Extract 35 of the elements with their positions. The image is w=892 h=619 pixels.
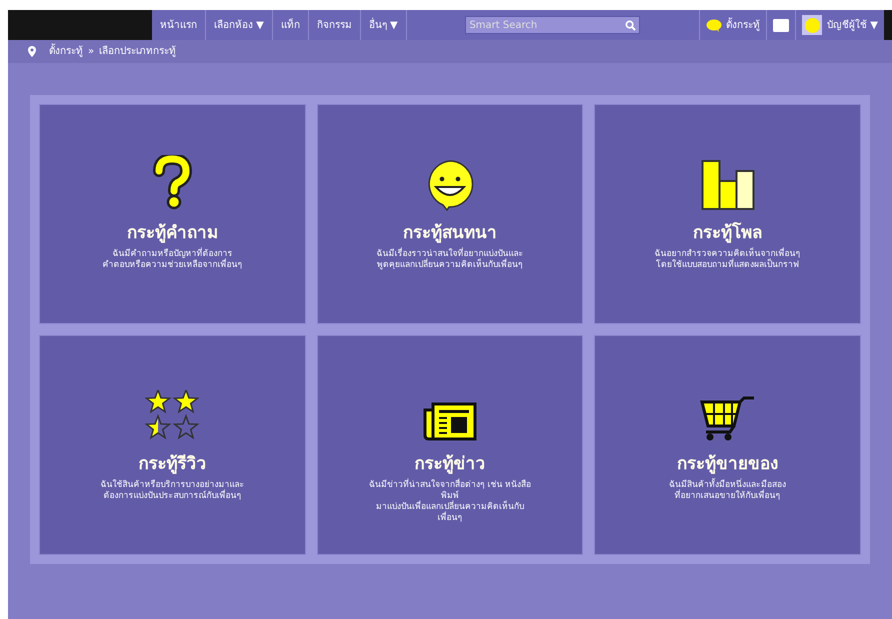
post-type-card[interactable]: กระทู้โพล ฉันอยากสำรวจความคิดเห็นจากเพื่อนๆ โดยใช้แบบสอบถามที่แสดงผลเป็นกราฟ (594, 104, 861, 324)
breadcrumb-link[interactable]: ตั้งกระทู้ (49, 44, 83, 59)
shopping-cart-icon (700, 396, 756, 442)
nav-bar-edge (884, 10, 892, 40)
card-description: ฉันใช้สินค้าหรือบริการบางอย่างมาและ ต้องการแบ่งปันประสบการณ์กับเพื่อนๆ (100, 480, 244, 502)
search-input[interactable]: Smart Search (469, 18, 626, 32)
card-title: กระทู้คำถาม (126, 222, 218, 245)
post-type-card[interactable]: กระทู้ขายของ ฉันมีสินค้าทั้งมือหนึ่งและมือสอง ที่อยากเสนอขายให้กับเพื่อนๆ (594, 335, 861, 555)
account-menu[interactable]: บัญชีผู้ใช้ ▼ (796, 10, 884, 40)
post-type-card[interactable]: กระทู้สนทนา ฉันมีเรื่องราวน่าสนใจที่อยากแบ่งปันและ พูดคุยแลกเปลี่ยนความคิดเห็นกับเพื่อนๆ (316, 104, 584, 324)
post-type-card[interactable]: กระทู้คำถาม ฉันมีคำถามหรือปัญหาที่ต้องการ คำตอบหรือความช่วยเหลือจากเพื่อนๆ (39, 104, 306, 324)
bar-chart-icon (700, 159, 755, 211)
card-description: ฉันมีสินค้าทั้งมือหนึ่งและมือสอง ที่อยากเสนอขายให้กับเพื่อนๆ (669, 480, 786, 502)
card-title: กระทู้ข่าว (414, 453, 486, 476)
message-icon[interactable] (773, 18, 790, 32)
star-rating-icon (144, 390, 200, 442)
post-type-card[interactable]: กระทู้ข่าว ฉันมีข่าวที่น่าสนใจจากสื่อต่างๆ เช่น หนังสือ พิมพ์ มาแบ่งปันเพื่อแลกเปลี่ยนความคิดเห็นกับ เพื่อนๆ (316, 335, 584, 555)
card-title: กระทู้รีวิว (138, 453, 206, 476)
card-title: กระทู้ขายของ (677, 453, 778, 476)
question-mark-icon (150, 155, 194, 211)
location-pin-icon (28, 46, 36, 57)
card-description: ฉันมีเรื่องราวน่าสนใจที่อยากแบ่งปันและ พูดคุยแลกเปลี่ยนความคิดเห็นกับเพื่อนๆ (376, 248, 524, 270)
card-description: ฉันมีคำถามหรือปัญหาที่ต้องการ คำตอบหรือความช่วยเหลือจากเพื่อนๆ (102, 248, 242, 270)
card-description: ฉันมีข่าวที่น่าสนใจจากสื่อต่างๆ เช่น หนังสือ พิมพ์ มาแบ่งปันเพื่อแลกเปลี่ยนความคิดเห็นกับ เพื่อนๆ (368, 480, 532, 524)
breadcrumb-link[interactable]: เลือกประเภทกระทู้ (99, 44, 176, 59)
card-title: กระทู้สนทนา (402, 222, 497, 245)
breadcrumb-separator: » (88, 45, 94, 59)
user-avatar (802, 15, 822, 35)
speech-bubble-icon (706, 18, 722, 32)
search-icon[interactable] (625, 20, 636, 30)
card-description: ฉันอยากสำรวจความคิดเห็นจากเพื่อนๆ โดยใช้แบบสอบถามที่แสดงผลเป็นกราฟ (654, 248, 801, 270)
post-type-card[interactable]: กระทู้รีวิว ฉันใช้สินค้าหรือบริการบางอย่างมาและ ต้องการแบ่งปันประสบการณ์กับเพื่อนๆ (39, 335, 306, 555)
search-field[interactable]: Smart Search (465, 16, 640, 34)
newspaper-icon (422, 402, 477, 442)
card-title: กระทู้โพล (693, 221, 762, 245)
